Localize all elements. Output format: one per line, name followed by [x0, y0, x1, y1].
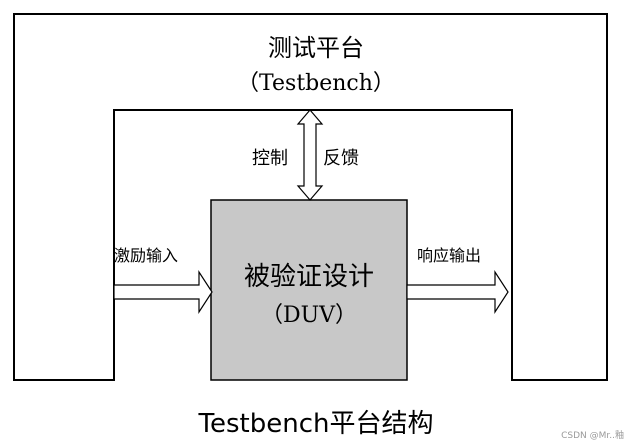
duv-abbr: （DUV）: [260, 303, 358, 328]
stimulus-label: 激励输入: [114, 246, 179, 265]
control-feedback-arrow: [296, 109, 324, 201]
watermark: CSDN @Mr..釉: [561, 431, 624, 441]
response-arrow: [406, 269, 509, 315]
response-label: 响应输出: [417, 246, 482, 265]
control-label: 控制: [252, 148, 288, 169]
duv-name: 被验证设计: [243, 262, 374, 292]
testbench-title: 测试平台: [268, 34, 364, 62]
diagram-caption: Testbench平台结构: [198, 409, 434, 439]
testbench-subtitle: （Testbench）: [237, 71, 395, 96]
feedback-label: 反馈: [323, 148, 359, 169]
stimulus-arrow: [113, 269, 213, 315]
